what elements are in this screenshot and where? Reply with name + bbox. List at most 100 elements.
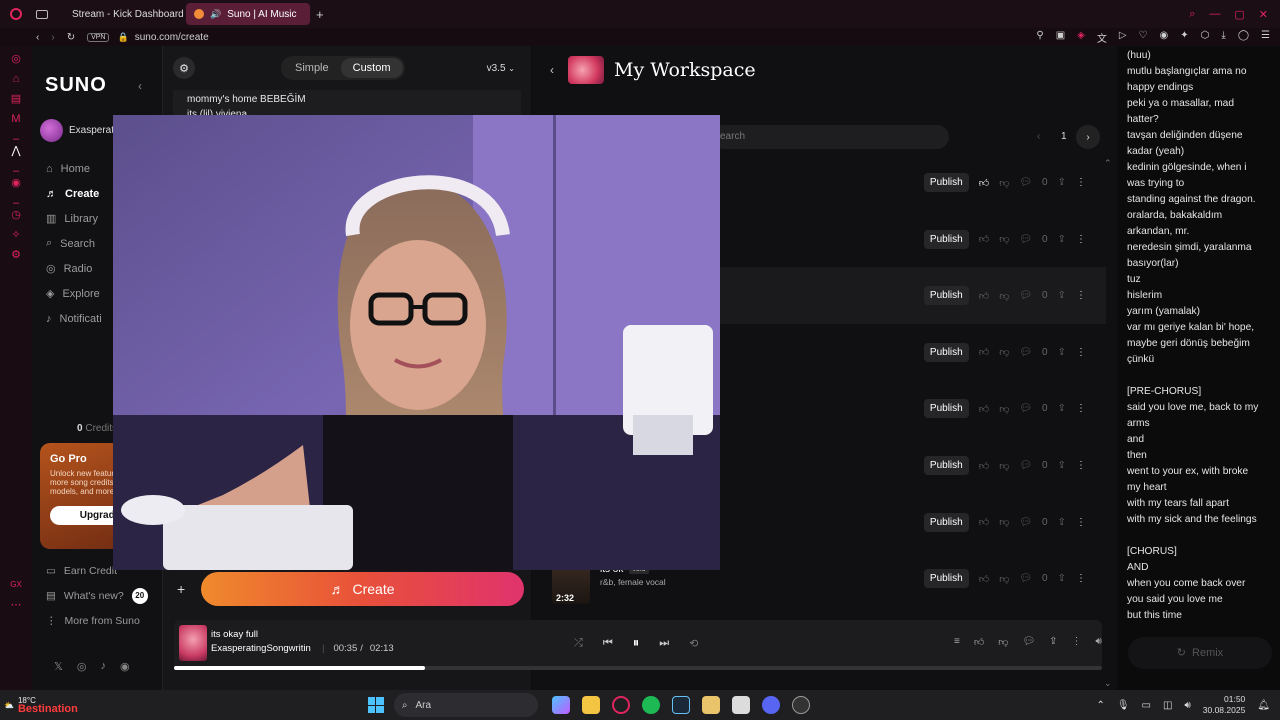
new-tab-button[interactable]: +	[316, 7, 324, 22]
like-icon[interactable]: 👍︎	[974, 636, 984, 648]
extensions-icon[interactable]: ⬡	[1201, 30, 1210, 45]
dislike-icon[interactable]: 👎︎	[999, 403, 1009, 415]
opera-gx-icon[interactable]	[611, 696, 630, 714]
dislike-icon[interactable]: 👎︎	[999, 346, 1009, 358]
create-button[interactable]: ♬ Create	[201, 572, 524, 606]
shuffle-icon[interactable]: ⤮	[574, 637, 583, 650]
profile-icon[interactable]: ◯	[1238, 30, 1249, 45]
download-icon[interactable]: ⤓	[1221, 30, 1225, 45]
volume-tray-icon[interactable]: 🔊︎	[1184, 700, 1190, 711]
discord-icon[interactable]	[761, 696, 780, 714]
like-icon[interactable]: 👍︎	[979, 460, 989, 472]
extension-icon[interactable]: ✦	[1180, 30, 1188, 45]
dislike-icon[interactable]: 👎︎	[998, 636, 1008, 648]
maximize-icon[interactable]: ▢	[1234, 8, 1244, 21]
app-icon[interactable]	[701, 696, 720, 714]
tab-suno[interactable]: 🔊 Suno | AI Music	[186, 3, 310, 25]
aria-icon[interactable]: ◎	[9, 52, 23, 66]
dislike-icon[interactable]: 👎︎	[999, 516, 1009, 528]
opera-logo-icon[interactable]	[10, 8, 22, 20]
publish-button[interactable]: Publish	[923, 173, 969, 192]
previous-icon[interactable]: ⏮	[603, 637, 613, 650]
nav-whats-new[interactable]: ▤ What's new? 20	[32, 583, 163, 608]
close-window-icon[interactable]: ✕	[1259, 8, 1268, 21]
player-icon[interactable]: ◉	[9, 176, 23, 190]
search-tabs-icon[interactable]: ⌕	[1189, 8, 1195, 21]
next-icon[interactable]: ⏭	[659, 637, 669, 650]
more-options-icon[interactable]: ⋮	[1076, 403, 1086, 414]
translate-icon[interactable]: 文	[1097, 30, 1107, 45]
like-icon[interactable]: 👍︎	[979, 516, 989, 528]
comment-icon[interactable]: 💬︎	[1019, 290, 1032, 301]
back-chevron-icon[interactable]: ‹	[550, 63, 554, 77]
shield-icon[interactable]: ◈	[1077, 30, 1085, 45]
heart-icon[interactable]: ♡	[1139, 30, 1148, 45]
pause-icon[interactable]: ⏸	[633, 635, 640, 651]
suno-logo[interactable]: SUNO	[45, 74, 107, 97]
notifications-icon[interactable]: 🔔︎	[1257, 700, 1270, 711]
comment-icon[interactable]: 💬︎	[1019, 517, 1032, 528]
publish-button[interactable]: Publish	[923, 229, 969, 249]
more-options-icon[interactable]: ⋮	[1076, 177, 1086, 188]
obs-icon[interactable]	[791, 696, 810, 714]
more-options-icon[interactable]: ⋮	[1076, 573, 1086, 584]
vpn-badge[interactable]: VPN	[87, 32, 110, 42]
comment-icon[interactable]: 💬︎	[1019, 347, 1032, 358]
mail-icon[interactable]: M	[9, 112, 23, 126]
file-explorer-icon[interactable]	[581, 696, 600, 714]
scroll-down-icon[interactable]: ⌄	[1104, 678, 1112, 689]
like-icon[interactable]: 👍︎	[979, 233, 989, 245]
share-icon[interactable]: ⇪	[1058, 460, 1066, 471]
share-icon[interactable]: ⇪	[1058, 347, 1066, 358]
comment-icon[interactable]: 💬︎	[1019, 460, 1032, 471]
snapshot-icon[interactable]: ▣	[1056, 30, 1065, 45]
comment-icon[interactable]: 💬︎	[1022, 636, 1035, 648]
more-options-icon[interactable]: ⋮	[1072, 636, 1082, 648]
mode-custom[interactable]: Custom	[340, 58, 403, 78]
share-icon[interactable]: ⇪	[1058, 234, 1066, 245]
mode-simple[interactable]: Simple	[283, 58, 341, 78]
copilot-icon[interactable]	[551, 696, 570, 714]
more-options-icon[interactable]: ⋮	[1076, 517, 1086, 528]
comment-icon[interactable]: 💬︎	[1019, 177, 1032, 188]
back-icon[interactable]: ‹	[36, 32, 39, 43]
windows-start-icon[interactable]	[367, 697, 384, 713]
share-icon[interactable]: ⇪	[1058, 290, 1066, 301]
display-icon[interactable]: ▭	[1142, 700, 1151, 711]
repeat-icon[interactable]: ⟲	[689, 637, 698, 650]
gx-logo-icon[interactable]: GX	[9, 578, 23, 592]
kick-sidebar-icon[interactable]: ⋀	[9, 144, 23, 158]
like-icon[interactable]: 👍︎	[979, 177, 989, 189]
dislike-icon[interactable]: 👎︎	[999, 177, 1009, 189]
reload-icon[interactable]: ↻	[67, 32, 75, 43]
camera-icon[interactable]: ◉	[1160, 30, 1169, 45]
share-icon[interactable]: ⇪	[1058, 177, 1066, 188]
dislike-icon[interactable]: 👎︎	[999, 233, 1009, 245]
more-options-icon[interactable]: ⋮	[1076, 347, 1086, 358]
history-icon[interactable]: ◷	[9, 208, 23, 222]
publish-button[interactable]: Publish	[923, 512, 969, 532]
comment-icon[interactable]: 💬︎	[1019, 573, 1032, 584]
more-options-icon[interactable]: ⋮	[1076, 460, 1086, 471]
comment-icon[interactable]: 💬︎	[1019, 234, 1032, 245]
publish-button[interactable]: Publish	[923, 286, 969, 306]
share-icon[interactable]: ⇪	[1058, 573, 1066, 584]
avatar[interactable]	[40, 119, 63, 142]
discord-icon[interactable]: ◉	[120, 660, 130, 673]
more-icon[interactable]: ⋯	[9, 598, 23, 612]
more-options-icon[interactable]: ⋮	[1076, 290, 1086, 301]
tab-kick-dashboard[interactable]: Stream - Kick Dashboard	[58, 3, 184, 25]
comment-icon[interactable]: 💬︎	[1019, 403, 1032, 414]
steam-icon[interactable]	[671, 696, 690, 714]
publish-button[interactable]: Publish	[923, 342, 969, 362]
clock[interactable]: 01:50 30.08.2025	[1203, 694, 1246, 716]
settings-gear-icon[interactable]: ⚙	[173, 57, 195, 79]
dislike-icon[interactable]: 👎︎	[999, 573, 1009, 585]
twitch-icon[interactable]: ▤	[9, 92, 23, 106]
player-artist[interactable]: ExasperatingSongwriting	[211, 643, 311, 654]
tray-chevron-icon[interactable]: ⌃	[1096, 700, 1104, 711]
player-cover[interactable]	[179, 625, 207, 661]
collapse-sidebar-icon[interactable]: ‹	[138, 79, 142, 93]
microphone-icon[interactable]: 🎙︎	[1117, 700, 1130, 711]
taskbar-search[interactable]: ⌕ Ara	[393, 693, 538, 717]
